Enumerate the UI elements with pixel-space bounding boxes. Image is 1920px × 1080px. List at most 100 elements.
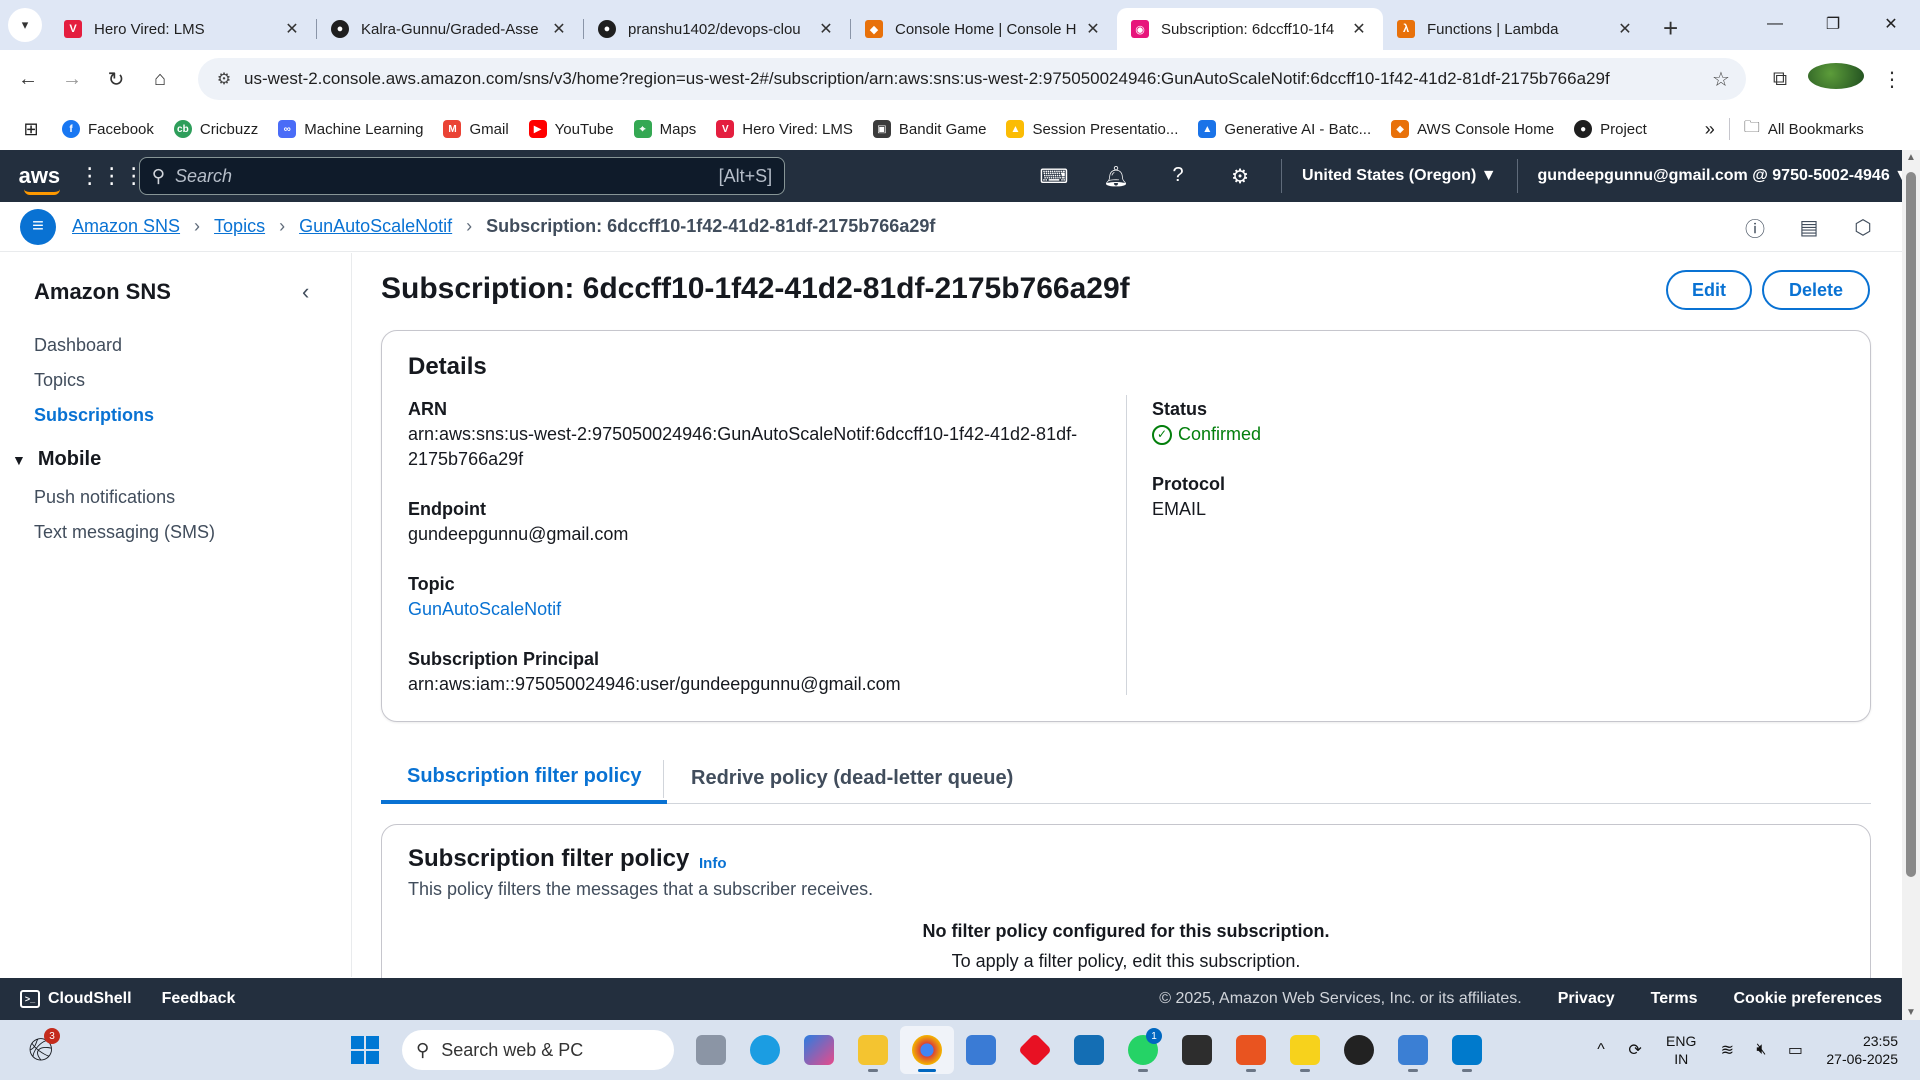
battery-icon[interactable]: ▭ — [1778, 1040, 1812, 1060]
close-icon[interactable]: ✕ — [1083, 19, 1103, 39]
start-button[interactable] — [338, 1026, 392, 1074]
breadcrumb-amazon-sns[interactable]: Amazon SNS — [72, 216, 180, 237]
minimize-icon[interactable]: — — [1746, 0, 1804, 48]
scroll-down-icon[interactable]: ▼ — [1902, 1007, 1920, 1018]
taskbar-widget[interactable]: 🏀︎ 3 — [14, 1026, 68, 1074]
taskbar-edge[interactable] — [738, 1026, 792, 1074]
back-icon[interactable]: ← — [6, 68, 50, 91]
bookmark-generative-ai[interactable]: ▲ Generative AI - Batc... — [1198, 120, 1371, 138]
taskbar-ubuntu[interactable] — [1224, 1026, 1278, 1074]
terms-link[interactable]: Terms — [1651, 990, 1698, 1008]
split-panel-icon[interactable]: ▤ — [1782, 215, 1836, 240]
bookmark-session[interactable]: ▲ Session Presentatio... — [1006, 120, 1178, 138]
info-icon[interactable]: ⓘ — [1728, 213, 1782, 242]
sidebar-section-mobile[interactable]: ▼ Mobile — [12, 448, 101, 471]
bookmark-maps[interactable]: ⌖ Maps — [633, 120, 696, 138]
tab-redrive-policy[interactable]: Redrive policy (dead-letter queue) — [665, 752, 1039, 804]
wifi-icon[interactable]: ≋ — [1710, 1040, 1744, 1060]
breadcrumb-topics[interactable]: Topics — [214, 216, 265, 237]
browser-menu-icon[interactable]: ⋮ — [1864, 67, 1920, 92]
bookmark-facebook[interactable]: f Facebook — [62, 120, 154, 138]
services-grid-icon[interactable]: ⋮⋮⋮ — [79, 163, 145, 189]
settings-icon[interactable]: ⬡ — [1836, 215, 1890, 240]
taskbar-prime-video[interactable] — [1062, 1026, 1116, 1074]
chevron-up-icon[interactable]: ^ — [1584, 1041, 1618, 1059]
account-menu[interactable]: gundeepgunnu@gmail.com @ 9750-5002-4946 … — [1528, 167, 1920, 185]
more-bookmarks-icon[interactable]: » — [1705, 119, 1715, 140]
taskbar-app[interactable] — [1008, 1026, 1062, 1074]
bookmark-project[interactable]: ● Project — [1574, 120, 1647, 138]
sidebar-item-topics[interactable]: Topics — [34, 370, 85, 391]
bookmark-aws-console[interactable]: ◆ AWS Console Home — [1391, 120, 1554, 138]
taskbar-chatgpt[interactable] — [1332, 1026, 1386, 1074]
edit-button[interactable]: Edit — [1666, 270, 1752, 310]
taskbar-store[interactable] — [954, 1026, 1008, 1074]
sidebar-item-subscriptions[interactable]: Subscriptions — [34, 405, 154, 426]
bookmark-cricbuzz[interactable]: cb Cricbuzz — [173, 120, 258, 138]
taskbar-terminal[interactable] — [1170, 1026, 1224, 1074]
scroll-up-icon[interactable]: ▲ — [1902, 152, 1920, 163]
feedback-link[interactable]: Feedback — [162, 990, 236, 1008]
bookmark-machine-learning[interactable]: ∞ Machine Learning — [278, 120, 423, 138]
sync-icon[interactable]: ⟳ — [1618, 1040, 1652, 1060]
all-bookmarks[interactable]: 🗀 All Bookmarks — [1744, 116, 1864, 143]
cloudshell-button[interactable]: >_ CloudShell — [20, 990, 132, 1008]
bookmark-hero-vired[interactable]: V Hero Vired: LMS — [716, 120, 853, 138]
bookmark-bandit-game[interactable]: ▣ Bandit Game — [872, 120, 986, 138]
sidebar-item-push-notifications[interactable]: Push notifications — [34, 487, 175, 508]
close-icon[interactable]: ✕ — [549, 19, 569, 39]
delete-button[interactable]: Delete — [1762, 270, 1870, 310]
bell-icon[interactable]: 🔔︎ — [1085, 164, 1147, 189]
cloudshell-icon[interactable]: ⌨ — [1023, 164, 1085, 189]
close-icon[interactable]: ✕ — [816, 19, 836, 39]
breadcrumb-topic[interactable]: GunAutoScaleNotif — [299, 216, 452, 237]
topic-link[interactable]: GunAutoScaleNotif — [408, 597, 561, 622]
browser-tab[interactable]: λ Functions | Lambda ✕ — [1383, 8, 1649, 50]
sidebar-item-dashboard[interactable]: Dashboard — [34, 335, 122, 356]
new-tab-button[interactable]: + — [1663, 13, 1693, 44]
taskbar-sticky-notes[interactable] — [1278, 1026, 1332, 1074]
forward-icon[interactable]: → — [50, 68, 94, 91]
browser-tab[interactable]: ● Kalra-Gunnu/Graded-Asse ✕ — [317, 8, 583, 50]
gear-icon[interactable]: ⚙ — [1209, 164, 1271, 189]
cookie-preferences-link[interactable]: Cookie preferences — [1733, 990, 1882, 1008]
profile-avatar[interactable] — [1808, 63, 1864, 95]
taskbar-explorer[interactable] — [846, 1026, 900, 1074]
browser-tab-active[interactable]: ◉ Subscription: 6dccff10-1f4 ✕ — [1117, 8, 1383, 50]
taskbar-chrome[interactable] — [900, 1026, 954, 1074]
taskbar-vscode[interactable] — [1440, 1026, 1494, 1074]
privacy-link[interactable]: Privacy — [1558, 990, 1615, 1008]
close-icon[interactable]: ✕ — [1615, 19, 1635, 39]
menu-icon[interactable]: ≡ — [20, 208, 56, 245]
extensions-icon[interactable]: ⧉ — [1752, 68, 1808, 91]
taskbar-notepad[interactable] — [1386, 1026, 1440, 1074]
close-window-icon[interactable]: ✕ — [1862, 0, 1920, 48]
close-icon[interactable]: ✕ — [282, 19, 302, 39]
url-field[interactable]: ⚙ us-west-2.console.aws.amazon.com/sns/v… — [198, 58, 1746, 100]
apps-grid-icon[interactable]: ⊞ — [0, 119, 62, 140]
tab-search-button[interactable]: ▾ — [8, 8, 42, 42]
bookmark-gmail[interactable]: M Gmail — [443, 120, 509, 138]
volume-muted-icon[interactable]: 🔇︎ — [1744, 1041, 1778, 1059]
browser-tab[interactable]: ◆ Console Home | Console H ✕ — [851, 8, 1117, 50]
taskbar-whatsapp[interactable]: 1 — [1116, 1026, 1170, 1074]
tab-subscription-filter-policy[interactable]: Subscription filter policy — [381, 752, 668, 804]
bookmark-youtube[interactable]: ▶ YouTube — [528, 120, 614, 138]
info-link[interactable]: Info — [699, 855, 727, 872]
browser-tab[interactable]: V Hero Vired: LMS ✕ — [50, 8, 316, 50]
page-scrollbar[interactable]: ▲ ▼ — [1902, 150, 1920, 1020]
region-selector[interactable]: United States (Oregon) ▼ — [1292, 167, 1507, 185]
aws-search-input[interactable]: ⚲ Search [Alt+S] — [138, 157, 786, 195]
aws-logo[interactable]: aws — [0, 163, 79, 195]
bookmark-star-icon[interactable]: ☆ — [1696, 67, 1746, 92]
help-icon[interactable]: ? — [1147, 164, 1209, 189]
restore-icon[interactable]: ❐ — [1804, 0, 1862, 48]
task-view-button[interactable] — [684, 1026, 738, 1074]
clock[interactable]: 23:55 27-06-2025 — [1826, 1032, 1898, 1068]
sidebar-item-sms[interactable]: Text messaging (SMS) — [34, 522, 215, 543]
site-info-icon[interactable]: ⚙ — [204, 69, 244, 89]
scrollbar-thumb[interactable] — [1906, 172, 1916, 877]
taskbar-copilot[interactable] — [792, 1026, 846, 1074]
taskbar-search[interactable]: ⚲ Search web & PC — [402, 1030, 674, 1070]
browser-tab[interactable]: ● pranshu1402/devops-clou ✕ — [584, 8, 850, 50]
